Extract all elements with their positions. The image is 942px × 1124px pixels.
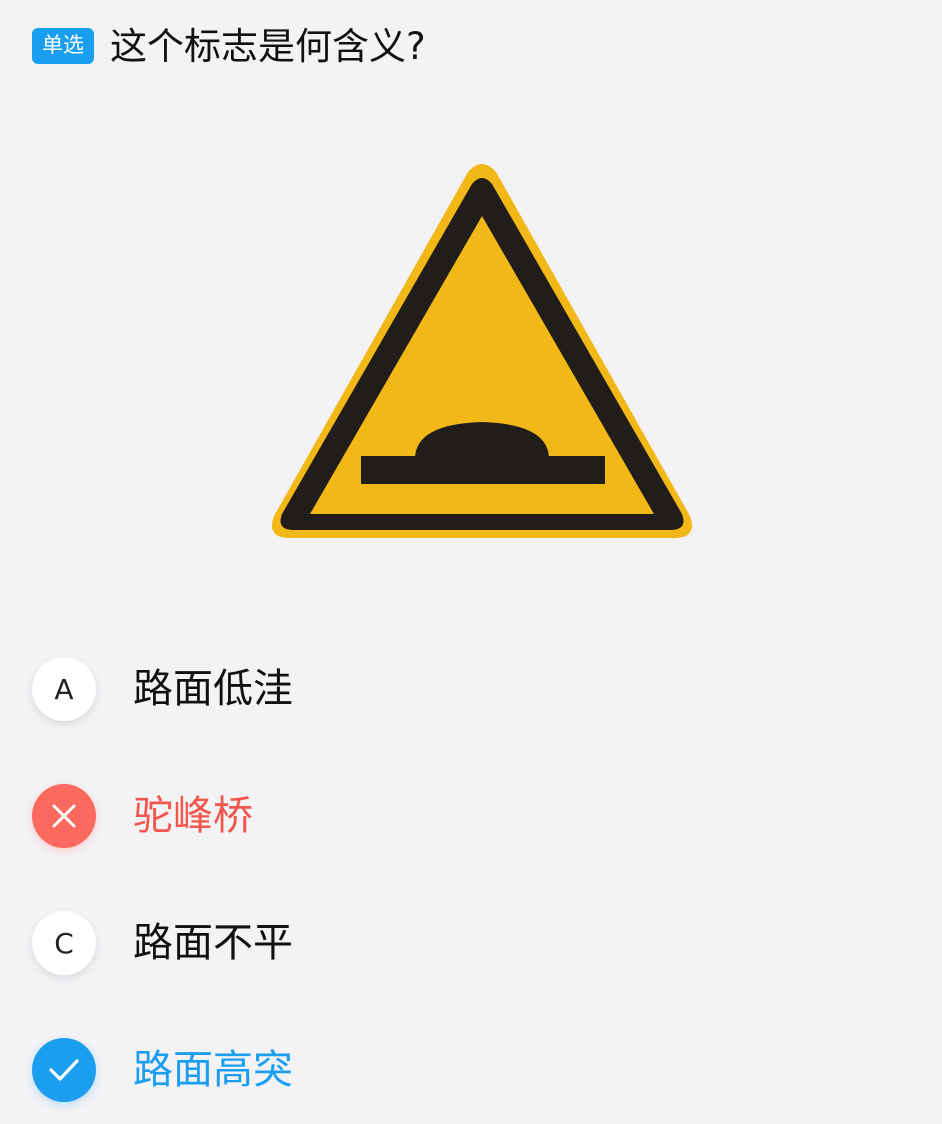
check-icon: [49, 1059, 79, 1081]
option-b-text[interactable]: 驼峰桥: [133, 796, 253, 836]
question-text: 这个标志是何含义?: [110, 24, 426, 68]
option-b-marker[interactable]: [32, 784, 96, 848]
question-header: 单选 这个标志是何含义?: [32, 18, 426, 74]
option-d[interactable]: 路面高突: [32, 1037, 892, 1103]
question-type-badge: 单选: [32, 28, 94, 64]
option-c-text[interactable]: 路面不平: [133, 923, 293, 963]
option-d-text[interactable]: 路面高突: [133, 1050, 293, 1090]
option-d-marker[interactable]: [32, 1038, 96, 1102]
option-c-marker[interactable]: C: [32, 911, 96, 975]
hump-road-warning-sign-icon: [272, 164, 692, 538]
option-a-text[interactable]: 路面低洼: [133, 669, 293, 709]
option-c[interactable]: C 路面不平: [32, 910, 892, 976]
option-b[interactable]: 驼峰桥: [32, 783, 892, 849]
close-x-icon: [52, 804, 76, 828]
option-a-letter: A: [54, 672, 74, 706]
option-a[interactable]: A 路面低洼: [32, 656, 892, 722]
option-a-marker[interactable]: A: [32, 657, 96, 721]
option-c-letter: C: [54, 926, 74, 960]
